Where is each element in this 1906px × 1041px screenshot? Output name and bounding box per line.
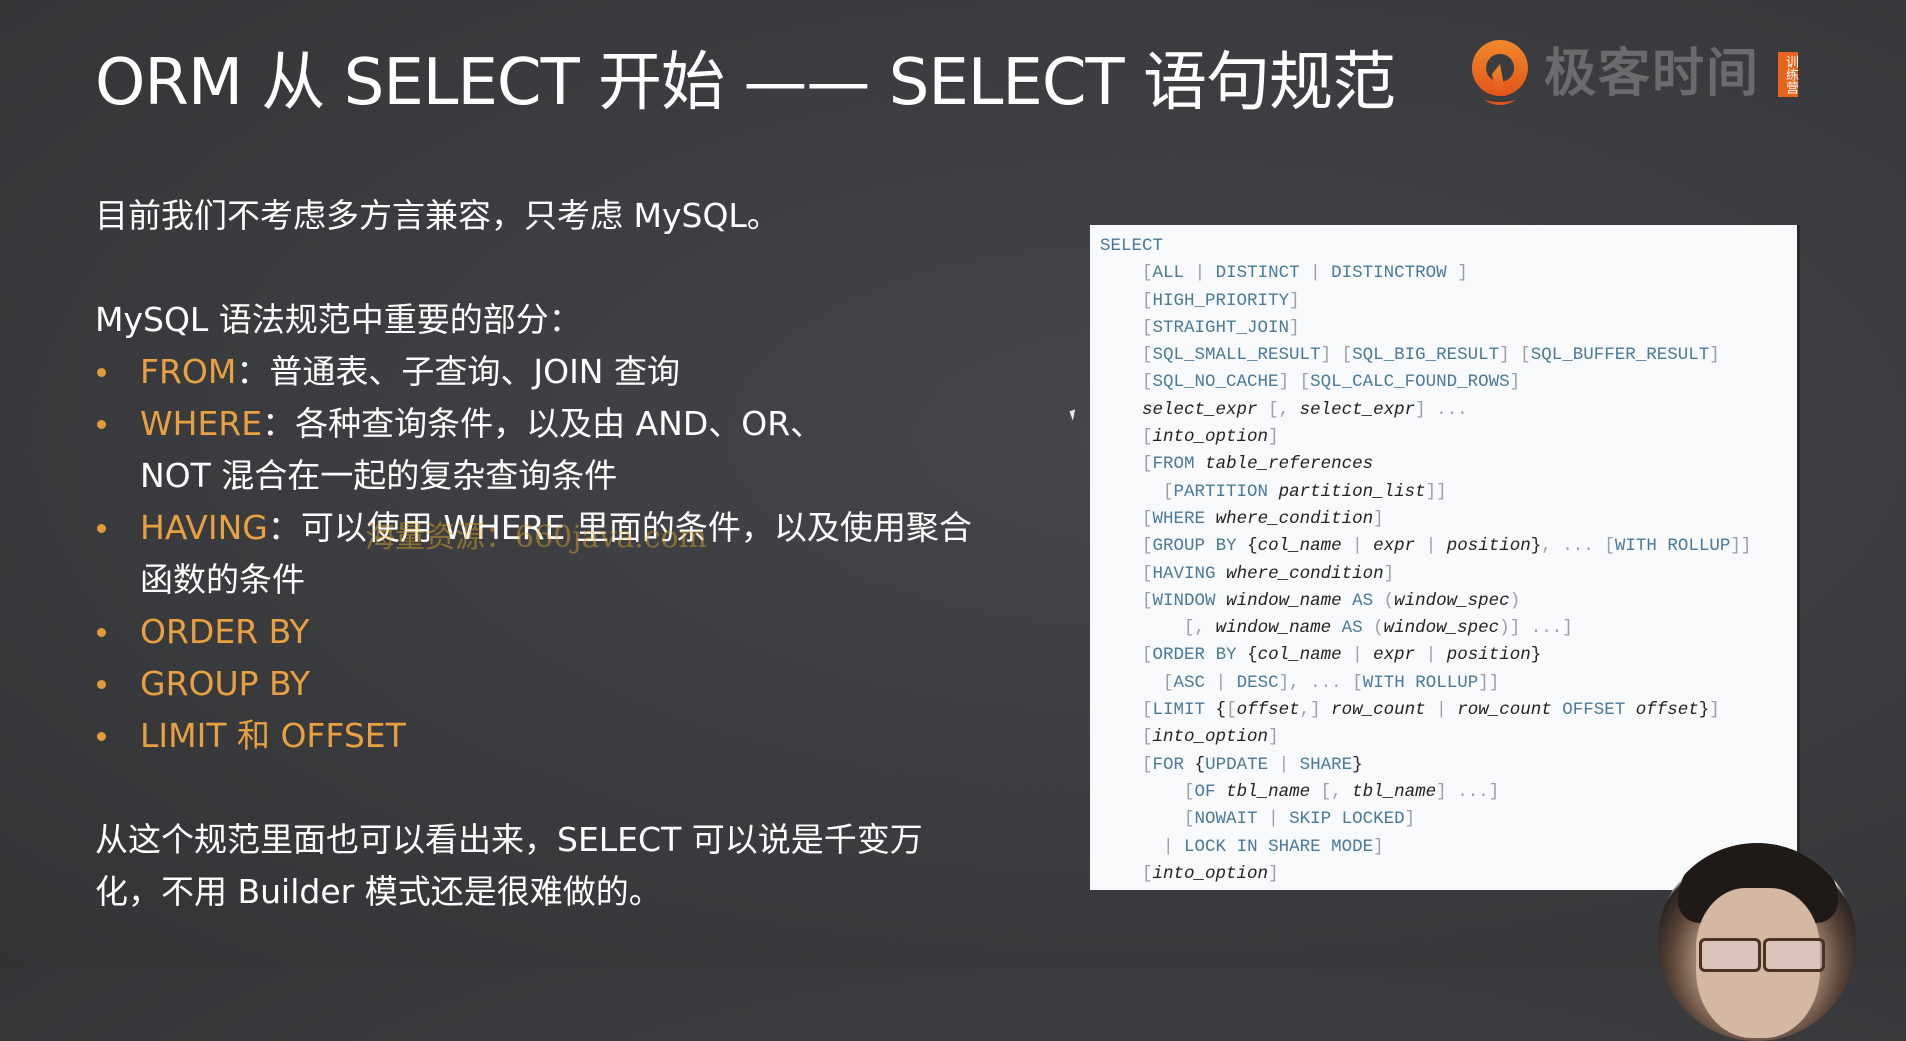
presenter-webcam xyxy=(1658,843,1856,1041)
geektime-logo-icon xyxy=(1471,40,1528,105)
code-line: [, window_name AS (window_spec)] ...] xyxy=(1184,618,1573,639)
code-line: [PARTITION partition_list]] xyxy=(1163,481,1447,502)
bullet-item: WHERE：各种查询条件，以及由 AND、OR、NOT 混合在一起的复杂查询条件 xyxy=(95,398,840,502)
bullet-list: FROM：普通表、子查询、JOIN 查询 WHERE：各种查询条件，以及由 AN… xyxy=(95,346,1015,762)
code-line: [ASC | DESC], ... [WITH ROLLUP]] xyxy=(1163,672,1500,693)
bullet-dot-icon xyxy=(97,368,106,377)
intro-text: 目前我们不考虑多方言兼容，只考虑 MySQL。 xyxy=(95,196,780,235)
mouse-cursor-icon xyxy=(1069,409,1079,421)
code-line: [STRAIGHT_JOIN] xyxy=(1142,317,1300,338)
code-line: [ORDER BY {col_name | expr | position} xyxy=(1142,645,1542,666)
code-line: | LOCK IN SHARE MODE] xyxy=(1163,836,1384,857)
bullet-keyword: WHERE xyxy=(140,404,263,443)
bullet-item: HAVING：可以使用 WHERE 里面的条件，以及使用聚合函数的条件 xyxy=(95,502,1000,606)
logo-badge: 训练营 xyxy=(1778,51,1799,97)
bullet-keyword: HAVING xyxy=(140,508,268,547)
code-line: [ALL | DISTINCT | DISTINCTROW ] xyxy=(1142,263,1468,284)
slide-title: ORM 从 SELECT 开始 —— SELECT 语句规范 xyxy=(95,46,1396,120)
sql-syntax-code-block: SELECT [ALL | DISTINCT | DISTINCTROW ] [… xyxy=(1090,225,1800,890)
bullet-item: ORDER BY xyxy=(95,606,1015,658)
bullet-dot-icon xyxy=(97,732,106,741)
code-line: [SQL_NO_CACHE] [SQL_CALC_FOUND_ROWS] xyxy=(1142,372,1521,393)
code-line: [HIGH_PRIORITY] xyxy=(1142,290,1300,311)
code-line: [GROUP BY {col_name | expr | position}, … xyxy=(1142,536,1752,557)
code-line: [WHERE where_condition] xyxy=(1142,508,1384,529)
code-line: select_expr [, select_expr] ... xyxy=(1142,399,1468,420)
bullet-item: GROUP BY xyxy=(95,658,1015,710)
bullet-dot-icon xyxy=(97,420,106,429)
glasses-icon xyxy=(1693,938,1825,972)
code-line: [FROM table_references xyxy=(1142,454,1374,475)
code-line: [LIMIT {[offset,] row_count | row_count … xyxy=(1142,700,1720,721)
code-line: SELECT xyxy=(1100,236,1164,256)
bullet-dot-icon xyxy=(97,628,106,637)
code-line: [OF tbl_name [, tbl_name] ...] xyxy=(1184,781,1500,802)
geektime-logo: 极客时间 训练营 xyxy=(1470,38,1799,110)
bullet-item: LIMIT 和 OFFSET xyxy=(95,710,1015,762)
bullet-keyword: LIMIT 和 OFFSET xyxy=(140,716,406,755)
code-line: [FOR {UPDATE | SHARE} xyxy=(1142,754,1363,775)
code-line: [NOWAIT | SKIP LOCKED] xyxy=(1184,809,1416,830)
code-line: [WINDOW window_name AS (window_spec) xyxy=(1142,590,1521,611)
section-heading: MySQL 语法规范中重要的部分： xyxy=(95,300,582,339)
bullet-keyword: FROM xyxy=(140,352,237,391)
conclusion-text: 从这个规范里面也可以看出来，SELECT 可以说是千变万化，不用 Builder… xyxy=(95,820,923,911)
bullet-text: ：普通表、子查询、JOIN 查询 xyxy=(236,352,680,391)
code-line: [into_option] xyxy=(1142,427,1279,448)
bullet-keyword: ORDER BY xyxy=(140,612,310,651)
code-line: [SQL_SMALL_RESULT] [SQL_BIG_RESULT] [SQL… xyxy=(1142,345,1720,366)
bullet-keyword: GROUP BY xyxy=(140,664,311,703)
bullet-dot-icon xyxy=(97,524,106,533)
code-line: [into_option] xyxy=(1142,727,1279,748)
code-line: [HAVING where_condition] xyxy=(1142,563,1395,584)
bullet-item: FROM：普通表、子查询、JOIN 查询 xyxy=(95,346,1015,398)
logo-text: 极客时间 xyxy=(1544,44,1761,104)
slide-body: 目前我们不考虑多方言兼容，只考虑 MySQL。 MySQL 语法规范中重要的部分… xyxy=(95,190,1015,918)
bullet-dot-icon xyxy=(97,680,106,689)
